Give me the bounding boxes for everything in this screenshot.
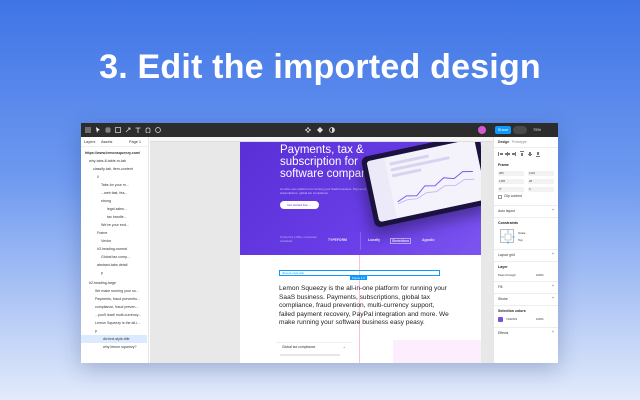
share-button[interactable]: Share [495,126,511,134]
add-stroke-icon[interactable]: + [552,296,554,300]
divider [494,217,558,218]
page-headline: 3. Edit the imported design [99,48,541,86]
divider [494,293,558,294]
chevron-down-icon: ⌄ [342,344,346,349]
divider [494,261,558,262]
selection-colors-label: Selection colors [498,309,526,313]
alignment-row [498,151,554,157]
layout-grid-label: Layout grid [498,253,515,257]
divider [494,281,558,282]
hero-subtitle[interactable]: An all-in-one platform for running your … [280,187,370,195]
present-button[interactable] [513,126,527,134]
constraint-vertical[interactable]: Top [518,238,523,242]
hand-tool-icon[interactable] [145,127,151,133]
divider [494,147,558,148]
zoom-level[interactable]: 75% [533,126,541,134]
tab-layers[interactable]: Layers [84,140,95,144]
layer-item[interactable]: why-tabs-8-table-m-tab [89,157,155,165]
customer-logo: Sketchbox [390,238,412,244]
layers-panel-tabs: Layers Assets Page 1 [81,137,148,147]
effects-label: Effects [498,331,509,335]
hero-section[interactable]: Payments, tax & subscription for softwar… [240,142,481,255]
hero-divider [360,232,361,250]
rectangle-tool-icon[interactable] [115,127,121,133]
hero-cta-button[interactable]: Get started free → [280,201,319,209]
body-paragraph[interactable]: Lemon Squeezy is the all-in-one platform… [279,285,449,328]
page-frame[interactable]: Payments, tax & subscription for softwar… [240,142,481,363]
align-icons[interactable] [498,151,554,157]
pen-tool-icon[interactable] [125,127,131,133]
layer-item[interactable]: h2.heading-large [89,279,155,287]
constraints-label: Constraints [498,221,518,225]
rotation-field[interactable]: 0° [498,187,524,192]
stroke-label: Stroke [498,297,508,301]
customer-logo: Lunafly [368,238,381,242]
tablet-screen [366,142,481,223]
design-panel: Design Prototype Frame 280 1132 1155 28 … [493,137,558,363]
frame-section-label: Frame [498,163,509,167]
x-field[interactable]: 280 [498,171,524,176]
divider [494,205,558,206]
divider [494,305,558,306]
divider [494,249,558,250]
comment-tool-icon[interactable] [155,127,161,133]
height-field[interactable]: 28 [528,179,554,184]
customer-logo: TYPEFORM [328,238,347,242]
layer-item-selected[interactable]: div.text-style-title [81,335,147,343]
blend-mode-select[interactable]: Pass through [498,273,516,277]
hero-footer-text: Trusted by 1,000+ companies worldwide [280,235,317,243]
fill-label: Fill [498,285,503,289]
tab-assets[interactable]: Assets [101,140,112,144]
layer-section-label: Layer [498,265,508,269]
width-field[interactable]: 1155 [498,179,524,184]
divider [494,327,558,328]
add-effect-icon[interactable]: + [552,330,554,334]
accordion-item[interactable]: Global tax compliance ⌄ [276,342,352,360]
clip-content-label: Clip content [504,194,522,198]
main-menu-icon[interactable] [85,127,91,133]
accordion-label: Global tax compliance [282,345,316,349]
contrast-icon[interactable] [329,127,335,133]
color-opacity-value[interactable]: 100% [536,317,544,321]
move-tool-icon[interactable] [95,127,101,133]
pink-card[interactable] [393,340,481,363]
color-swatch[interactable] [498,317,503,322]
constraints-widget[interactable] [500,229,515,244]
component-icon[interactable] [305,127,311,133]
selection-size-tag: Frame 1.5 [350,276,367,280]
radius-field[interactable]: 0 [528,187,554,192]
top-toolbar: Share 75% [81,123,558,137]
tab-design[interactable]: Design [498,140,509,144]
customer-logo: Appsilo [422,238,435,242]
design-canvas[interactable]: Payments, tax & subscription for softwar… [150,137,493,363]
layer-opacity-field[interactable]: 100% [536,273,544,277]
add-fill-icon[interactable]: + [552,284,554,288]
page-selector[interactable]: Page 1 [129,140,141,144]
layer-item[interactable]: https://www.lemonsqueezy.com/ [85,149,151,157]
auto-layout-label: Auto layout [498,209,515,213]
mask-icon[interactable] [317,127,323,133]
add-grid-icon[interactable]: + [552,252,554,256]
figma-window: Share 75% Layers Assets Page 1 https://w… [81,123,558,363]
accordion-placeholder-line [280,354,340,356]
text-tool-icon[interactable] [135,127,141,133]
frame-tool-icon[interactable] [105,127,111,133]
add-auto-layout-icon[interactable]: + [552,208,554,212]
constraint-horizontal[interactable]: Scale [518,231,526,235]
clip-content-checkbox[interactable] [498,195,502,199]
tablet-mockup-image[interactable] [360,142,481,229]
color-hex-value[interactable]: 7A4FD9 [506,317,517,321]
layers-panel: Layers Assets Page 1 https://www.lemonsq… [81,137,149,363]
y-field[interactable]: 1132 [528,171,554,176]
tab-prototype[interactable]: Prototype [512,140,527,144]
user-avatar[interactable] [478,126,486,134]
